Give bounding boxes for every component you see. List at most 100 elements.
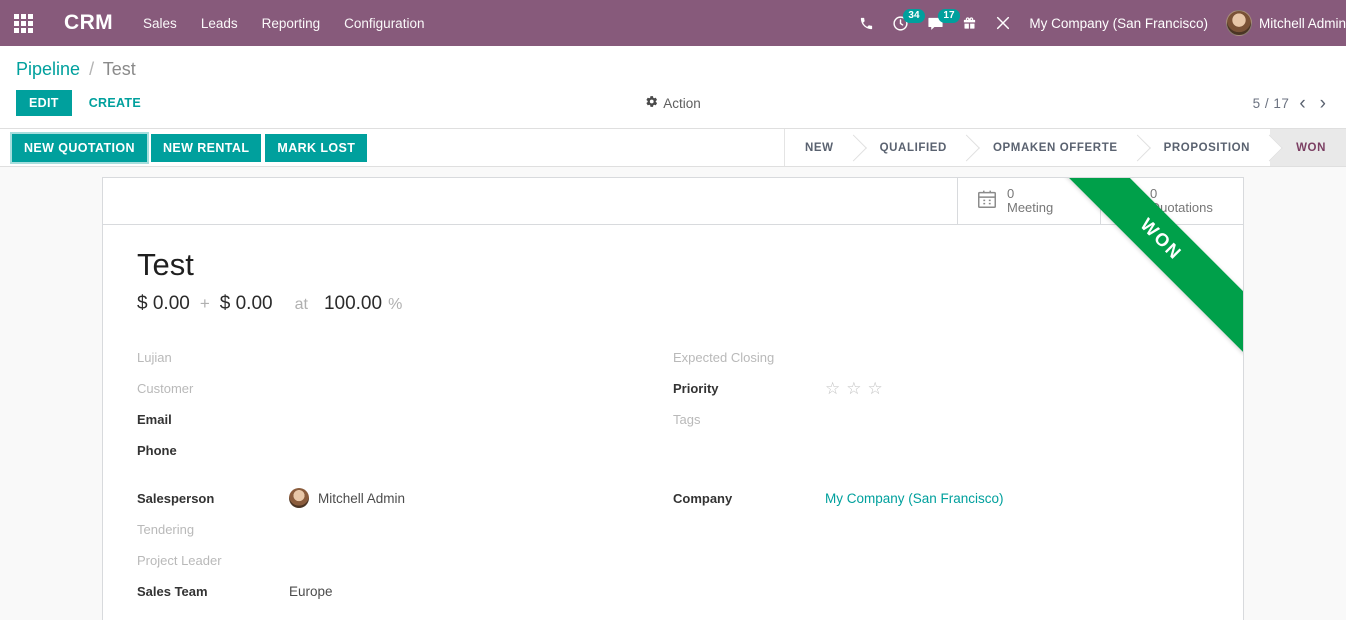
stat-button-quotations[interactable]: 0 Quotations <box>1100 178 1243 224</box>
action-menu-label: Action <box>663 95 701 111</box>
new-rental-button[interactable]: NEW RENTAL <box>150 133 262 162</box>
app-brand-title[interactable]: CRM <box>64 11 113 35</box>
field-label-salesperson: Salesperson <box>137 490 215 506</box>
pager-count: 5 / 17 <box>1252 95 1290 111</box>
field-label-expected-closing: Expected Closing <box>673 349 775 365</box>
field-label-project-leader: Project Leader <box>137 552 222 568</box>
field-value-company: My Company (San Francisco) <box>825 491 1004 506</box>
field-value-salesperson[interactable]: Mitchell Admin <box>289 488 405 508</box>
field-label-email: Email <box>137 411 172 427</box>
page-title: Test <box>137 247 194 282</box>
plus-sign: + <box>199 294 210 313</box>
expected-revenue-value[interactable]: $ 0.00 <box>137 293 190 315</box>
pager: 5 / 17 ‹ › <box>1253 94 1330 113</box>
tools-icon[interactable] <box>995 15 1011 31</box>
stage-qualified[interactable]: QUALIFIED <box>853 129 967 166</box>
apps-grid-icon <box>13 13 33 33</box>
create-button[interactable]: CREATE <box>77 90 153 116</box>
pager-previous-button[interactable]: ‹ <box>1295 94 1309 113</box>
field-row-company: Company My Company (San Francisco) <box>673 486 1209 510</box>
quotations-count: 0 <box>1150 186 1158 201</box>
menu-item-reporting[interactable]: Reporting <box>262 16 321 31</box>
form-view: WON 0 Meeting 0 Quotations Test $ 0.00 +… <box>0 167 1346 620</box>
salesperson-name: Mitchell Admin <box>318 490 406 506</box>
meeting-label: Meeting <box>1007 200 1054 215</box>
field-row-lujian: Lujian <box>137 345 673 369</box>
field-label-sales-team: Sales Team <box>137 583 208 599</box>
stat-button-meeting[interactable]: 0 Meeting <box>957 178 1100 224</box>
field-value-priority: ☆ ☆ ☆ <box>825 380 883 397</box>
form-group-left: Lujian Customer Email Phone Salesperson … <box>137 345 673 603</box>
pager-next-button[interactable]: › <box>1316 94 1330 113</box>
edit-button[interactable]: EDIT <box>16 90 72 116</box>
probability-value[interactable]: 100.00 <box>324 293 382 315</box>
field-value-sales-team[interactable]: Europe <box>289 584 333 599</box>
field-row-customer: Customer <box>137 376 673 400</box>
form-fields: Lujian Customer Email Phone Salesperson … <box>137 345 1209 603</box>
top-navbar: CRM Sales Leads Reporting Configuration … <box>0 0 1346 46</box>
field-row-tendering: Tendering <box>137 517 673 541</box>
messages-icon[interactable]: 17 <box>927 8 960 32</box>
stage-new[interactable]: NEW <box>784 129 854 166</box>
apps-menu-button[interactable] <box>0 0 46 46</box>
messages-counter-badge: 17 <box>938 8 960 23</box>
form-group-right: Expected Closing Priority ☆ ☆ ☆ Tags Com… <box>673 345 1209 603</box>
field-group-spacer-right <box>673 431 1209 455</box>
field-row-salesperson: Salesperson Mitchell Admin <box>137 486 673 510</box>
star-icon-3[interactable]: ☆ <box>868 380 883 397</box>
field-label-company: Company <box>673 490 733 506</box>
user-menu[interactable]: Mitchell Admin <box>1225 10 1346 36</box>
systray: 34 17 My Company (San Francisco) Mitchel… <box>859 8 1346 36</box>
field-row-priority: Priority ☆ ☆ ☆ <box>673 376 1209 400</box>
mark-lost-button[interactable]: MARK LOST <box>265 133 368 162</box>
menu-item-leads[interactable]: Leads <box>201 16 238 31</box>
field-group-spacer <box>137 462 673 486</box>
activity-clock-icon[interactable]: 34 <box>892 8 925 32</box>
field-label-tendering: Tendering <box>137 521 195 537</box>
salesperson-avatar <box>289 488 309 508</box>
status-bar: NEW QUOTATION NEW RENTAL MARK LOST NEW Q… <box>0 129 1346 167</box>
field-label-tags: Tags <box>673 411 701 427</box>
menu-item-sales[interactable]: Sales <box>143 16 177 31</box>
meeting-count: 0 <box>1007 186 1015 201</box>
main-menu-bar: Sales Leads Reporting Configuration <box>143 16 424 31</box>
revenue-summary: $ 0.00 + $ 0.00 at 100.00 % <box>137 293 1209 315</box>
activity-counter-badge: 34 <box>903 8 925 23</box>
recurring-revenue-value[interactable]: $ 0.00 <box>220 293 273 315</box>
field-row-company-spacer <box>673 455 1209 479</box>
field-label-customer: Customer <box>137 380 194 396</box>
star-icon-2[interactable]: ☆ <box>846 380 861 397</box>
current-company-label[interactable]: My Company (San Francisco) <box>1029 16 1208 31</box>
star-icon-1[interactable]: ☆ <box>825 380 840 397</box>
action-menu-button[interactable]: Action <box>645 95 701 111</box>
phone-icon[interactable] <box>859 16 874 31</box>
avatar <box>1225 10 1252 36</box>
pencil-square-icon <box>1119 188 1141 215</box>
stage-pipeline: NEW QUALIFIED OPMAKEN OFFERTE PROPOSITIO… <box>783 129 1346 166</box>
field-label-phone: Phone <box>137 442 177 458</box>
field-label-priority: Priority <box>673 380 719 396</box>
field-label-lujian: Lujian <box>137 349 172 365</box>
company-link[interactable]: My Company (San Francisco) <box>825 491 1004 506</box>
breadcrumb-separator: / <box>89 59 95 79</box>
new-quotation-button[interactable]: NEW QUOTATION <box>12 133 147 162</box>
percent-sign: % <box>388 296 403 313</box>
gift-icon[interactable] <box>962 15 977 31</box>
breadcrumb: Pipeline / Test <box>16 58 1330 80</box>
username-label: Mitchell Admin <box>1258 15 1346 31</box>
record-sheet: WON 0 Meeting 0 Quotations Test $ 0.00 +… <box>102 177 1244 620</box>
calendar-icon <box>976 188 998 215</box>
field-row-phone: Phone <box>137 438 673 462</box>
menu-item-configuration[interactable]: Configuration <box>344 16 424 31</box>
stat-buttons-bar: 0 Meeting 0 Quotations <box>103 178 1243 225</box>
breadcrumb-item-pipeline[interactable]: Pipeline <box>16 59 80 79</box>
stage-proposition[interactable]: PROPOSITION <box>1137 129 1271 166</box>
field-row-sales-team: Sales Team Europe <box>137 579 673 603</box>
quotations-label: Quotations <box>1150 200 1213 215</box>
field-row-email: Email <box>137 407 673 431</box>
priority-stars: ☆ ☆ ☆ <box>825 380 883 397</box>
stage-opmaken-offerte[interactable]: OPMAKEN OFFERTE <box>966 129 1138 166</box>
gear-icon <box>645 95 658 111</box>
at-label: at <box>294 296 308 313</box>
control-panel: Pipeline / Test EDIT CREATE Action 5 / 1… <box>0 46 1346 129</box>
